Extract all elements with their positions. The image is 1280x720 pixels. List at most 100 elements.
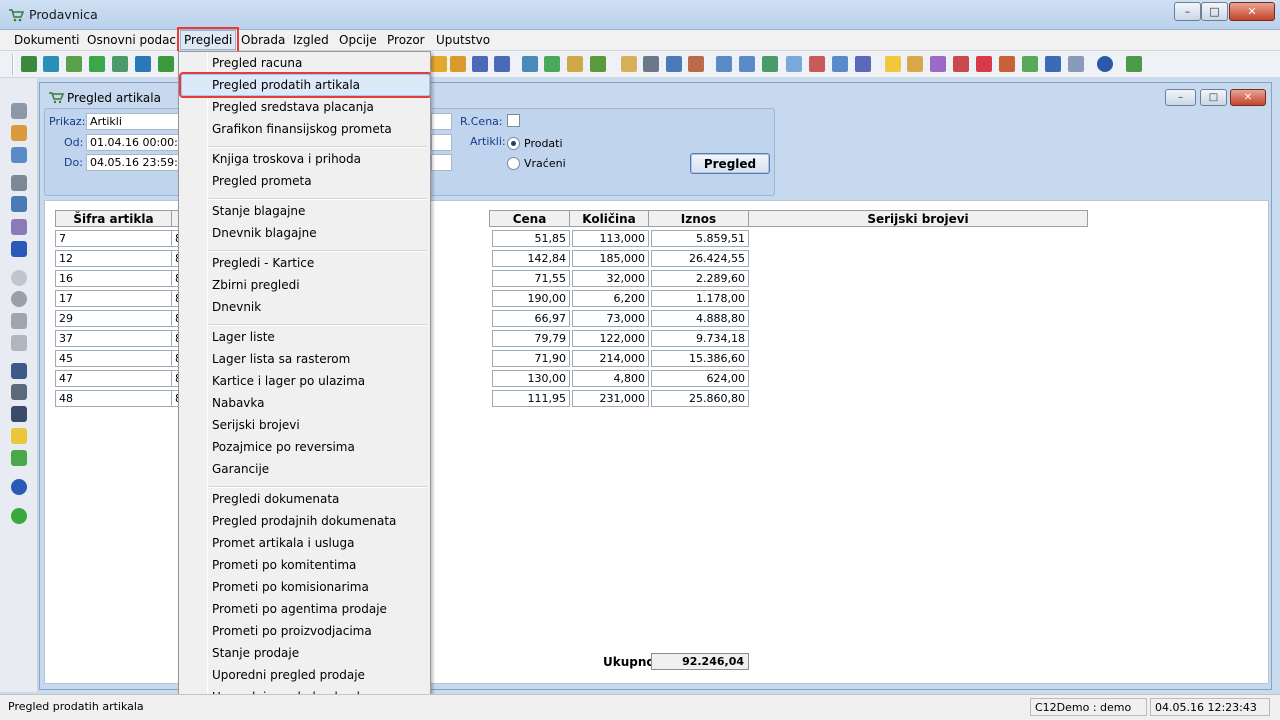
table-icon[interactable] <box>666 56 682 72</box>
menu-izgled[interactable]: Izgled <box>291 33 331 47</box>
binoculars-icon[interactable] <box>11 363 27 379</box>
menu-item-lager-liste[interactable]: Lager liste <box>212 330 275 344</box>
menu-obrada[interactable]: Obrada <box>239 33 287 47</box>
child-close-button[interactable]: ✕ <box>1230 89 1266 106</box>
arrow-icon[interactable] <box>89 56 105 72</box>
menu-item-prometi-po-agentima-prodaje[interactable]: Prometi po agentima prodaje <box>212 602 387 616</box>
cell-kolicina[interactable]: 32,000 <box>572 270 649 287</box>
forward-icon[interactable] <box>544 56 560 72</box>
cell-kolicina[interactable]: 113,000 <box>572 230 649 247</box>
folder-icon[interactable] <box>621 56 637 72</box>
tag-icon[interactable] <box>907 56 923 72</box>
cell-iznos[interactable]: 2.289,60 <box>651 270 749 287</box>
print-icon[interactable] <box>11 175 27 191</box>
pregled-button[interactable]: Pregled <box>690 153 770 174</box>
menu-item-promet-artikala-i-usluga[interactable]: Promet artikala i usluga <box>212 536 354 550</box>
cell-sifra[interactable]: 7 <box>55 230 172 247</box>
cell-iznos[interactable]: 9.734,18 <box>651 330 749 347</box>
cell-cena[interactable]: 111,95 <box>492 390 570 407</box>
delete-icon[interactable] <box>809 56 825 72</box>
filter-field-1[interactable] <box>431 113 452 130</box>
do-date-input[interactable]: 04.05.16 23:59:59 <box>86 154 186 171</box>
od-date-input[interactable]: 01.04.16 00:00:00 <box>86 134 186 151</box>
cell-kolicina[interactable]: 73,000 <box>572 310 649 327</box>
pages-icon[interactable] <box>472 56 488 72</box>
menu-item-dnevnik-blagajne[interactable]: Dnevnik blagajne <box>212 226 317 240</box>
cell-iznos[interactable]: 4.888,80 <box>651 310 749 327</box>
cell-kolicina[interactable]: 214,000 <box>572 350 649 367</box>
cell-sifra[interactable]: 37 <box>55 330 172 347</box>
go-icon[interactable] <box>11 508 27 524</box>
menu-item-garancije[interactable]: Garancije <box>212 462 269 476</box>
gear-icon[interactable] <box>930 56 946 72</box>
open-icon[interactable] <box>11 125 27 141</box>
menu-item-pregled-prometa[interactable]: Pregled prometa <box>212 174 312 188</box>
col-header-iznos[interactable]: Iznos <box>648 210 749 227</box>
help-icon[interactable] <box>11 479 27 495</box>
col-header-sifra[interactable]: Šifra artikla <box>55 210 172 227</box>
cell-kolicina[interactable]: 6,200 <box>572 290 649 307</box>
cell-iznos[interactable]: 5.859,51 <box>651 230 749 247</box>
recycle-icon[interactable] <box>66 56 82 72</box>
menu-item-pozajmice-po-reversima[interactable]: Pozajmice po reversima <box>212 440 355 454</box>
cell-cena[interactable]: 66,97 <box>492 310 570 327</box>
chart-icon[interactable] <box>590 56 606 72</box>
table-icon[interactable] <box>11 147 27 163</box>
minimize-button[interactable]: – <box>1174 2 1201 21</box>
exit-icon[interactable] <box>1126 56 1142 72</box>
menu-item-prometi-po-komitentima[interactable]: Prometi po komitentima <box>212 558 356 572</box>
cell-cena[interactable]: 51,85 <box>492 230 570 247</box>
info-icon[interactable] <box>1045 56 1061 72</box>
menu-item-lager-lista-sa-rasterom[interactable]: Lager lista sa rasterom <box>212 352 350 366</box>
find-next-icon[interactable] <box>11 384 27 400</box>
grid-icon[interactable] <box>855 56 871 72</box>
menu-item-dnevnik[interactable]: Dnevnik <box>212 300 261 314</box>
menu-item-pregled-sredstava-placanja[interactable]: Pregled sredstava placanja <box>212 100 374 114</box>
col-header-serijski[interactable]: Serijski brojevi <box>748 210 1088 227</box>
sort-icon[interactable] <box>11 406 27 422</box>
car-icon[interactable] <box>522 56 538 72</box>
lightbulb-icon[interactable] <box>885 56 901 72</box>
refresh-icon[interactable] <box>43 56 59 72</box>
cell-cena[interactable]: 71,90 <box>492 350 570 367</box>
menu-prozor[interactable]: Prozor <box>385 33 427 47</box>
disk-icon[interactable] <box>494 56 510 72</box>
cell-kolicina[interactable]: 185,000 <box>572 250 649 267</box>
cell-sifra[interactable]: 17 <box>55 290 172 307</box>
sum-icon[interactable] <box>643 56 659 72</box>
menu-uputstvo[interactable]: Uputstvo <box>434 33 492 47</box>
col-header-cena[interactable]: Cena <box>489 210 570 227</box>
cell-iznos[interactable]: 26.424,55 <box>651 250 749 267</box>
undo-icon[interactable] <box>11 313 27 329</box>
copy-icon[interactable] <box>11 219 27 235</box>
cell-kolicina[interactable]: 122,000 <box>572 330 649 347</box>
star-icon[interactable] <box>431 56 447 72</box>
cell-cena[interactable]: 130,00 <box>492 370 570 387</box>
maximize-button[interactable]: □ <box>1201 2 1228 21</box>
cell-cena[interactable]: 79,79 <box>492 330 570 347</box>
save-icon[interactable] <box>11 103 27 119</box>
menu-item-pregled-prodatih-artikala[interactable]: Pregled prodatih artikala <box>212 78 360 92</box>
menu-item-pregled-prodajnih-dokumenata[interactable]: Pregled prodajnih dokumenata <box>212 514 396 528</box>
prikaz-select[interactable]: Artikli <box>86 113 186 130</box>
menu-item-knjiga-troskova-i-prihoda[interactable]: Knjiga troskova i prihoda <box>212 152 361 166</box>
cell-iznos[interactable]: 624,00 <box>651 370 749 387</box>
menu-item-pregledi-dokumenata[interactable]: Pregledi dokumenata <box>212 492 339 506</box>
menu-item-prometi-po-komisionarima[interactable]: Prometi po komisionarima <box>212 580 369 594</box>
cell-cena[interactable]: 71,55 <box>492 270 570 287</box>
cell-sifra[interactable]: 48 <box>55 390 172 407</box>
save-icon[interactable] <box>112 56 128 72</box>
remove-icon[interactable] <box>11 291 27 307</box>
tree-icon[interactable] <box>762 56 778 72</box>
calculator-icon[interactable] <box>1068 56 1084 72</box>
child-maximize-button[interactable]: □ <box>1200 89 1227 106</box>
add-icon[interactable] <box>11 270 27 286</box>
help-icon[interactable] <box>1097 56 1113 72</box>
edit-icon[interactable] <box>11 335 27 351</box>
cell-sifra[interactable]: 47 <box>55 370 172 387</box>
menu-item-stanje-prodaje[interactable]: Stanje prodaje <box>212 646 299 660</box>
cell-cena[interactable]: 142,84 <box>492 250 570 267</box>
cell-cena[interactable]: 190,00 <box>492 290 570 307</box>
export-icon[interactable] <box>135 56 151 72</box>
menu-item-grafikon-finansijskog-prometa[interactable]: Grafikon finansijskog prometa <box>212 122 392 136</box>
